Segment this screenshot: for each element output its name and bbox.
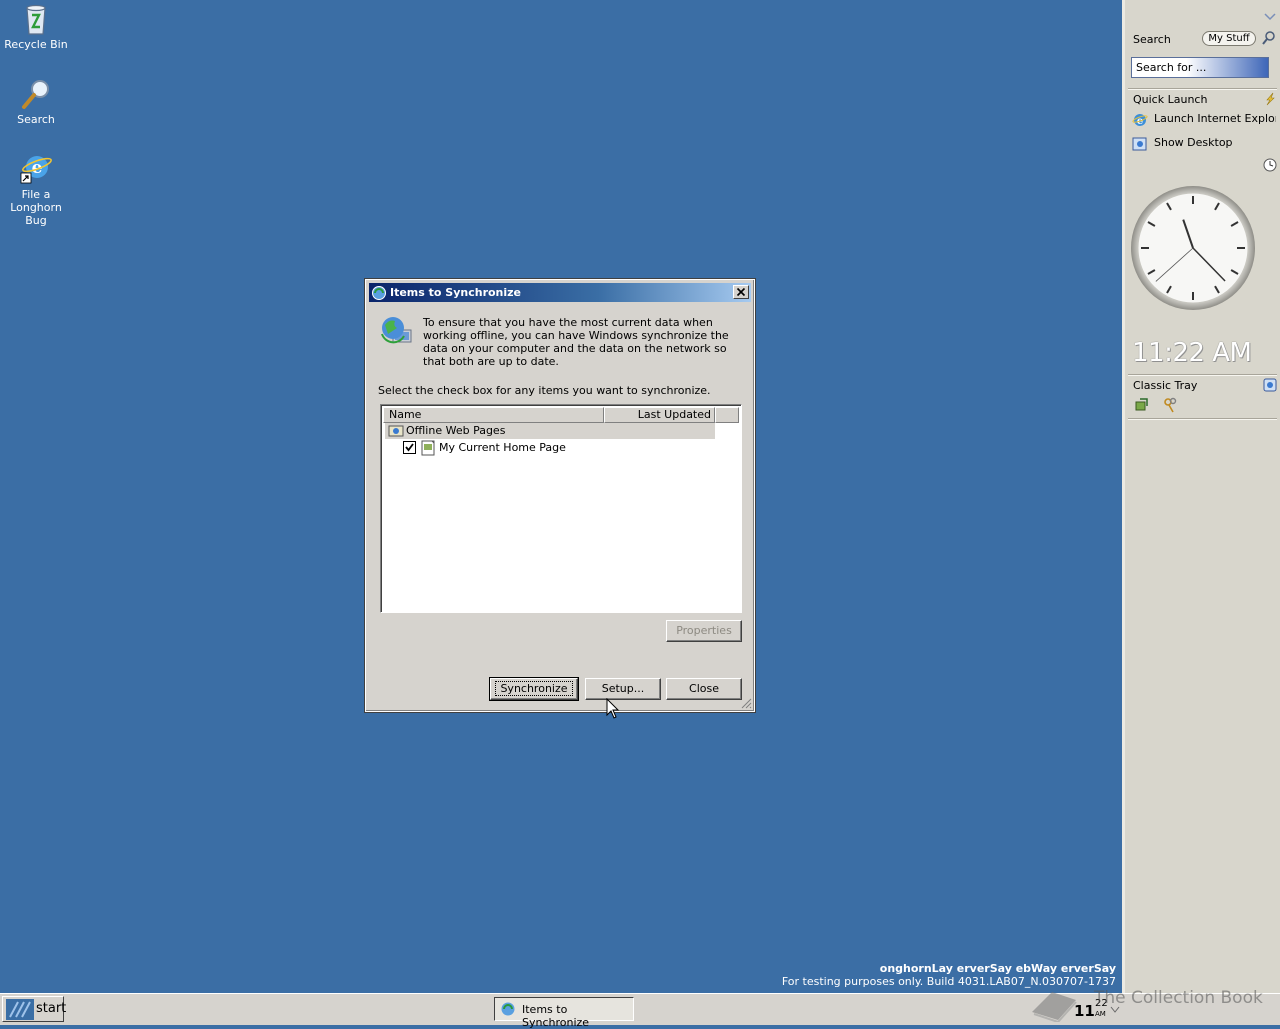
sync-items-list[interactable]: Name Last Updated Offline Web Pages My C… (380, 404, 742, 613)
tray-chevron-icon[interactable] (1110, 1004, 1120, 1013)
show-desktop-icon (1132, 136, 1148, 152)
taskbar-clock-minute: 22 (1095, 998, 1108, 1009)
quick-launch-label: Launch Internet Explorer (1154, 112, 1276, 125)
column-header-label: Name (389, 408, 422, 421)
start-button[interactable]: start (2, 996, 67, 1022)
resize-grip-icon[interactable] (740, 697, 752, 709)
synchronize-globe-icon (379, 314, 413, 348)
watermark-line1: onghornLay erverSay ebWay erverSay (879, 962, 1116, 975)
desktop-icon-label: Search (17, 113, 55, 126)
close-icon (736, 287, 746, 300)
internet-explorer-icon: e (1132, 112, 1148, 128)
sidebar: Search My Stuff Search for ... Quick Lau… (1122, 0, 1280, 993)
desktop-icon-search[interactable]: Search (0, 77, 72, 126)
windows-flag-icon (6, 999, 34, 1020)
dialog-title: Items to Synchronize (390, 286, 522, 299)
search-go-icon[interactable] (1262, 31, 1276, 45)
chevron-down-icon[interactable] (1264, 11, 1276, 21)
search-tile-title: Search (1133, 33, 1171, 46)
close-dialog-button[interactable]: Close (666, 678, 742, 700)
instruction-text: Select the check box for any items you w… (378, 384, 711, 397)
classic-tray-title: Classic Tray (1133, 379, 1198, 392)
quick-launch-item-ie[interactable]: e Launch Internet Explorer (1132, 111, 1276, 129)
taskbar-clock-hour: 11 (1074, 1002, 1095, 1020)
synchronize-button[interactable]: Synchronize (489, 677, 579, 701)
clock-icon[interactable] (1263, 158, 1277, 172)
magnifier-icon (19, 77, 53, 111)
tray-network-icon[interactable] (1134, 397, 1150, 413)
taskbar-clock-ampm: AM (1095, 1010, 1106, 1018)
synchronize-button-label: Synchronize (495, 681, 573, 696)
watermark-line2: For testing purposes only. Build 4031.LA… (781, 975, 1116, 988)
search-input[interactable]: Search for ... (1131, 57, 1269, 78)
start-label: start (36, 1001, 67, 1016)
intro-text: To ensure that you have the most current… (423, 316, 729, 368)
group-label: Offline Web Pages (406, 424, 506, 437)
taskbar: start Items to Synchronize 11 22 AM (0, 993, 1280, 1029)
analog-clock (1131, 186, 1255, 310)
setup-button[interactable]: Setup... (585, 678, 661, 700)
quick-launch-title: Quick Launch (1133, 93, 1208, 106)
mouse-pointer-icon (606, 697, 620, 720)
column-header-label: Last Updated (637, 408, 711, 421)
internet-explorer-shortcut-icon: e (19, 152, 53, 186)
recycle-bin-icon (19, 2, 53, 36)
tray-settings-icon[interactable] (1263, 378, 1277, 392)
desktop-icon-file-bug[interactable]: e File a Longhorn Bug (0, 152, 72, 227)
quick-launch-item-show-desktop[interactable]: Show Desktop (1132, 135, 1276, 153)
lightning-icon[interactable] (1263, 92, 1277, 106)
quick-launch-label: Show Desktop (1154, 136, 1233, 149)
sync-task-icon (500, 1001, 516, 1017)
web-page-icon (420, 440, 436, 456)
column-header-name[interactable]: Name (383, 407, 604, 423)
close-button[interactable] (733, 285, 749, 299)
desktop-icon-label: File a (21, 188, 51, 201)
taskbar-clock[interactable]: 11 22 AM (1074, 997, 1114, 1021)
my-stuff-button[interactable]: My Stuff (1202, 31, 1256, 46)
column-header-last-updated[interactable]: Last Updated (604, 407, 715, 423)
tray-keys-icon[interactable] (1162, 397, 1178, 413)
offline-web-pages-icon (388, 424, 404, 438)
sync-title-icon (371, 285, 387, 301)
list-item[interactable]: My Current Home Page (403, 440, 703, 456)
desktop-icon-label: Longhorn Bug (10, 201, 62, 227)
desktop-icon-label: Recycle Bin (4, 38, 68, 51)
digital-clock-text: 11:22 AM (1132, 338, 1252, 368)
search-input-text: Search for ... (1136, 61, 1207, 74)
build-watermark: onghornLay erverSay ebWay erverSay For t… (782, 962, 1116, 988)
properties-button[interactable]: Properties (666, 620, 742, 642)
list-group-row[interactable]: Offline Web Pages (385, 423, 715, 439)
desktop-icon-recycle-bin[interactable]: Recycle Bin (0, 2, 72, 51)
dialog-title-bar[interactable]: Items to Synchronize (369, 283, 751, 302)
task-label: Items to Synchronize (522, 1003, 590, 1029)
taskbar-button-items-to-synchronize[interactable]: Items to Synchronize (494, 997, 634, 1029)
item-checkbox[interactable] (403, 441, 416, 454)
item-label: My Current Home Page (439, 441, 566, 454)
column-header-filler (715, 407, 739, 423)
items-to-synchronize-dialog: Items to Synchronize To ensure that you … (364, 278, 756, 713)
